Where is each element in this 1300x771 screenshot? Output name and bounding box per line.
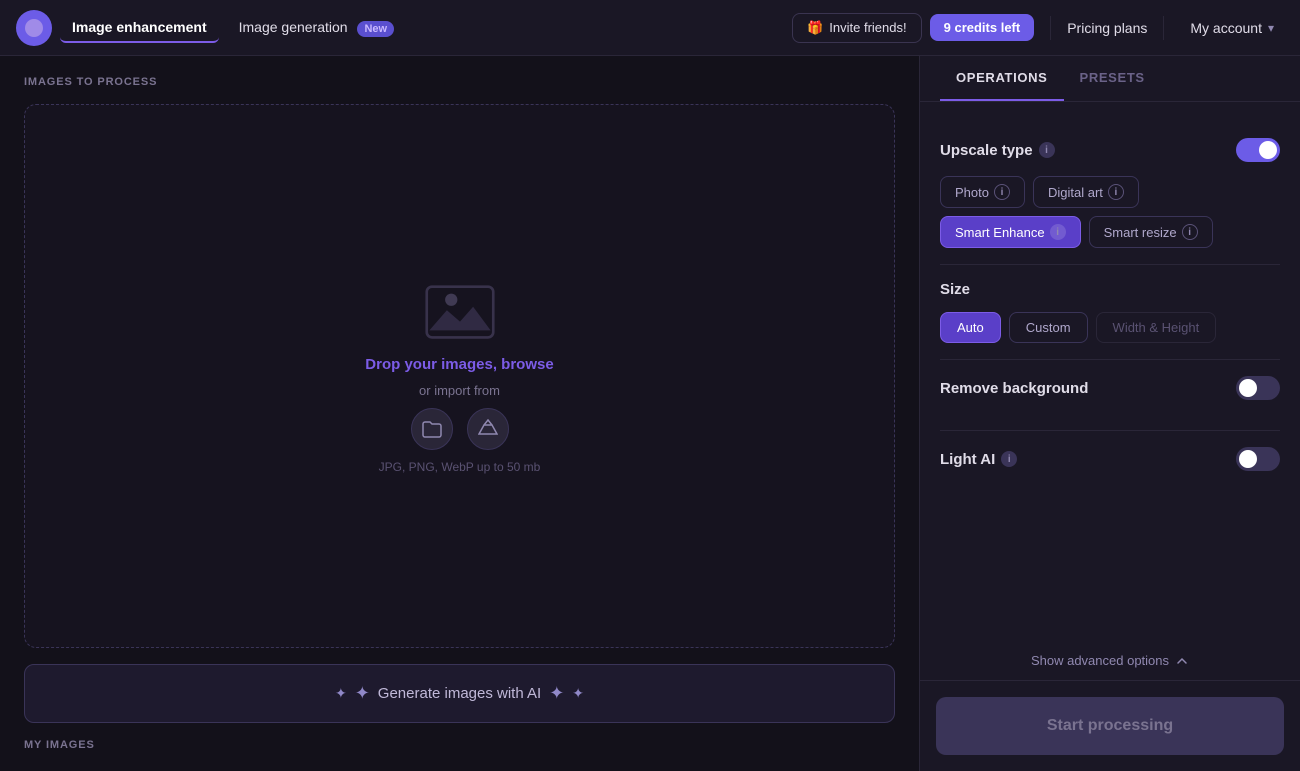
remove-background-section: Remove background (940, 360, 1280, 431)
drop-text: Drop your images, browse (365, 356, 553, 373)
main-layout: IMAGES TO PROCESS Drop your images, brow… (0, 56, 1300, 771)
remove-bg-toggle-thumb (1239, 379, 1257, 397)
light-ai-title: Light AI i (940, 451, 1017, 468)
app-logo (16, 10, 52, 46)
nav-image-generation[interactable]: Image generation New (227, 13, 406, 43)
type-button-smart-enhance[interactable]: Smart Enhance i (940, 216, 1081, 248)
photo-info-icon[interactable]: i (994, 184, 1010, 200)
import-icons (411, 408, 509, 450)
light-ai-header: Light AI i (940, 447, 1280, 471)
sparkle-icon-3: ✦ (549, 683, 564, 704)
header: Image enhancement Image generation New 🎁… (0, 0, 1300, 56)
tab-presets[interactable]: PRESETS (1064, 56, 1161, 101)
invite-friends-button[interactable]: 🎁 Invite friends! (792, 13, 922, 43)
my-account-button[interactable]: My account ▾ (1180, 14, 1284, 42)
type-button-smart-resize[interactable]: Smart resize i (1089, 216, 1213, 248)
logo-inner (25, 19, 43, 37)
new-badge: New (357, 21, 394, 37)
drop-zone[interactable]: Drop your images, browse or import from (24, 104, 895, 648)
light-ai-toggle-thumb (1239, 450, 1257, 468)
chevron-up-icon (1175, 654, 1189, 668)
upscale-type-section: Upscale type i Photo i Digital art i (940, 122, 1280, 265)
size-button-wh[interactable]: Width & Height (1096, 312, 1217, 343)
remove-bg-header: Remove background (940, 376, 1280, 400)
operations-panel: Upscale type i Photo i Digital art i (920, 102, 1300, 641)
chevron-down-icon: ▾ (1268, 21, 1274, 35)
right-panel: OPERATIONS PRESETS Upscale type i (920, 56, 1300, 771)
pricing-plans-link[interactable]: Pricing plans (1067, 20, 1147, 36)
remove-bg-title: Remove background (940, 380, 1088, 397)
upscale-type-toggle[interactable] (1236, 138, 1280, 162)
size-buttons: Auto Custom Width & Height (940, 312, 1280, 343)
generate-label: Generate images with AI (378, 685, 541, 702)
file-types-label: JPG, PNG, WebP up to 50 mb (379, 460, 541, 474)
drive-import-button[interactable] (467, 408, 509, 450)
digital-art-info-icon[interactable]: i (1108, 184, 1124, 200)
folder-import-button[interactable] (411, 408, 453, 450)
upscale-type-header: Upscale type i (940, 138, 1280, 162)
header-divider-2 (1163, 16, 1164, 40)
light-ai-toggle[interactable] (1236, 447, 1280, 471)
credits-badge: 9 credits left (930, 14, 1035, 41)
images-section-label: IMAGES TO PROCESS (24, 76, 895, 88)
light-ai-section: Light AI i (940, 431, 1280, 501)
smart-enhance-info-icon[interactable]: i (1050, 224, 1066, 240)
type-button-digital-art[interactable]: Digital art i (1033, 176, 1139, 208)
upscale-type-toggle-thumb (1259, 141, 1277, 159)
upscale-type-buttons: Photo i Digital art i Smart Enhance i Sm… (940, 176, 1280, 248)
show-advanced-options[interactable]: Show advanced options (920, 641, 1300, 681)
left-panel: IMAGES TO PROCESS Drop your images, brow… (0, 56, 920, 771)
generate-images-button[interactable]: ✦ ✦ Generate images with AI ✦ ✦ (24, 664, 895, 723)
size-button-custom[interactable]: Custom (1009, 312, 1088, 343)
nav-image-enhancement[interactable]: Image enhancement (60, 13, 219, 43)
upscale-type-title: Upscale type i (940, 142, 1055, 159)
type-button-photo[interactable]: Photo i (940, 176, 1025, 208)
sparkle-icon-4: ✦ (572, 685, 584, 702)
image-placeholder-icon (420, 278, 500, 346)
sparkle-icon-2: ✦ (355, 683, 370, 704)
tab-operations[interactable]: OPERATIONS (940, 56, 1064, 101)
browse-link[interactable]: browse (501, 356, 554, 373)
import-text: or import from (419, 383, 500, 398)
light-ai-info-icon[interactable]: i (1001, 451, 1017, 467)
size-section: Size Auto Custom Width & Height (940, 265, 1280, 360)
header-divider-1 (1050, 16, 1051, 40)
remove-bg-toggle[interactable] (1236, 376, 1280, 400)
size-button-auto[interactable]: Auto (940, 312, 1001, 343)
start-processing-button[interactable]: Start processing (936, 697, 1284, 755)
tab-bar: OPERATIONS PRESETS (920, 56, 1300, 102)
size-header: Size (940, 281, 1280, 298)
size-title: Size (940, 281, 970, 298)
gift-icon: 🎁 (807, 20, 823, 36)
upscale-type-info-icon[interactable]: i (1039, 142, 1055, 158)
my-images-label: MY IMAGES (24, 739, 895, 751)
sparkle-icon-1: ✦ (335, 685, 347, 702)
smart-resize-info-icon[interactable]: i (1182, 224, 1198, 240)
